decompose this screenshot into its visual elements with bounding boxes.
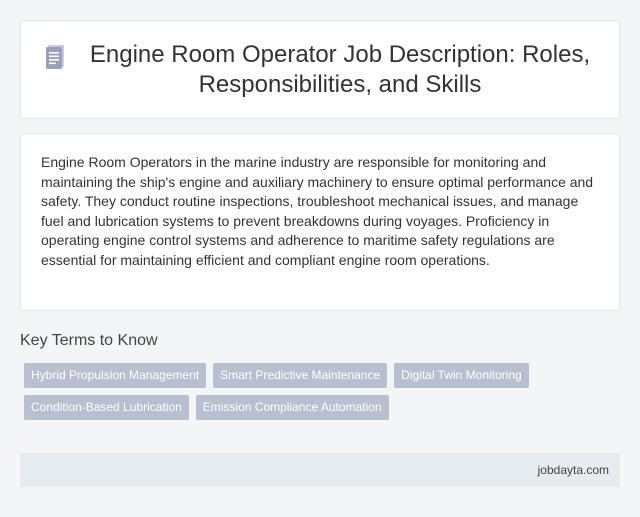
title-card: Engine Room Operator Job Description: Ro… [20,20,620,119]
document-icon [46,44,64,69]
key-terms-list: Hybrid Propulsion Management Smart Predi… [24,363,584,427]
key-terms-heading: Key Terms to Know [20,332,158,349]
tag-row: Hybrid Propulsion Management Smart Predi… [24,363,584,388]
footer-site-link[interactable]: jobdayta.com [538,463,609,477]
description-card: Engine Room Operators in the marine indu… [20,133,620,311]
tag-digital-twin-monitoring[interactable]: Digital Twin Monitoring [394,363,529,388]
tag-hybrid-propulsion-management[interactable]: Hybrid Propulsion Management [24,363,207,388]
title-row: Engine Room Operator Job Description: Ro… [45,40,595,100]
job-description: Engine Room Operators in the marine indu… [41,154,594,268]
tag-emission-compliance-automation[interactable]: Emission Compliance Automation [195,395,389,420]
footer: jobdayta.com [20,453,620,487]
tag-row: Condition-Based Lubrication Emission Com… [24,395,584,420]
tag-condition-based-lubrication[interactable]: Condition-Based Lubrication [24,395,189,420]
tag-smart-predictive-maintenance[interactable]: Smart Predictive Maintenance [213,363,388,388]
page-title: Engine Room Operator Job Description: Ro… [89,40,591,98]
